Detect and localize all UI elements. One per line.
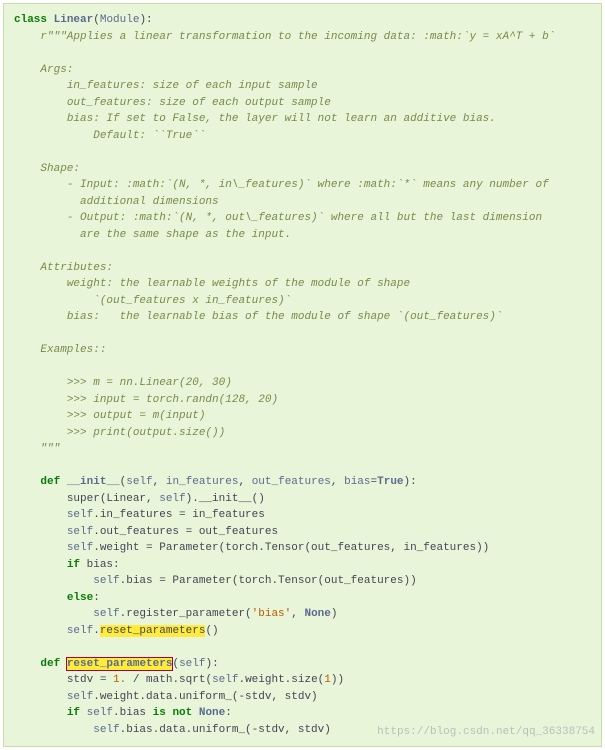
self-ref: self xyxy=(67,526,93,538)
docstring-line: - Input: :math:`(N, *, in\_features)` wh… xyxy=(67,179,549,191)
self-ref: self xyxy=(93,575,119,587)
docstring-line: Default: ``True`` xyxy=(93,130,205,142)
class-name: Linear xyxy=(54,14,94,26)
self-ref: self xyxy=(159,493,185,505)
keyword-isnot: is not xyxy=(153,707,193,719)
none-literal: None xyxy=(199,707,225,719)
docstring-line: Shape: xyxy=(40,163,80,175)
docstring-line: r"""Applies a linear transformation to t… xyxy=(40,31,555,43)
docstring-line: in_features: size of each input sample xyxy=(67,80,318,92)
base-class: Module xyxy=(100,14,140,26)
param-self: self xyxy=(179,658,205,670)
param-self: self xyxy=(126,476,152,488)
code-text: ).__init__() xyxy=(186,493,265,505)
string-literal: 'bias' xyxy=(252,608,292,620)
docstring-line: - Output: :math:`(N, *, out\_features)` … xyxy=(67,212,542,224)
highlighted-call: reset_parameters xyxy=(100,625,206,637)
keyword-if: if xyxy=(67,707,80,719)
docstring-line: >>> print(output.size()) xyxy=(67,427,225,439)
code-text: .bias.data.uniform_(-stdv, stdv) xyxy=(120,724,331,736)
docstring-line: """ xyxy=(40,443,60,455)
number-literal: 1. xyxy=(113,674,126,686)
docstring-line: >>> m = nn.Linear(20, 30) xyxy=(67,377,232,389)
code-text: .bias = Parameter(torch.Tensor(out_featu… xyxy=(120,575,417,587)
self-ref: self xyxy=(67,509,93,521)
code-text: .weight.data.uniform_(-stdv, stdv) xyxy=(93,691,317,703)
code-block: class Linear(Module): r"""Applies a line… xyxy=(3,3,602,747)
keyword-def: def xyxy=(40,476,60,488)
function-name-init: __init__ xyxy=(67,476,120,488)
watermark-text: https://blog.csdn.net/qq_36338754 xyxy=(377,724,595,741)
code-text: . xyxy=(93,625,100,637)
number-literal: 1 xyxy=(324,674,331,686)
code-text: bias: xyxy=(87,559,120,571)
docstring-line: Examples:: xyxy=(40,344,106,356)
code-text: stdv = xyxy=(67,674,113,686)
self-ref: self xyxy=(93,608,119,620)
docstring-line: are the same shape as the input. xyxy=(80,229,291,241)
none-literal: None xyxy=(304,608,330,620)
code-text: ) xyxy=(331,608,338,620)
docstring-line: out_features: size of each output sample xyxy=(67,97,331,109)
docstring-line: >>> input = torch.randn(128, 20) xyxy=(67,394,278,406)
code-text: super(Linear, xyxy=(67,493,159,505)
self-ref: self xyxy=(87,707,113,719)
param: bias xyxy=(344,476,370,488)
self-ref: self xyxy=(67,691,93,703)
param: in_features xyxy=(166,476,239,488)
keyword-if: if xyxy=(67,559,80,571)
docstring-line: `(out_features x in_features)` xyxy=(93,295,291,307)
code-text: , xyxy=(291,608,304,620)
param: out_features xyxy=(252,476,331,488)
code-text: () xyxy=(205,625,218,637)
keyword-else: else xyxy=(67,592,93,604)
default-value: True xyxy=(377,476,403,488)
docstring-line: bias: If set to False, the layer will no… xyxy=(67,113,496,125)
docstring-line: additional dimensions xyxy=(80,196,219,208)
code-text: .register_parameter( xyxy=(120,608,252,620)
self-ref: self xyxy=(93,724,119,736)
code-text: .weight = Parameter(torch.Tensor(out_fea… xyxy=(93,542,489,554)
code-text: .out_features = out_features xyxy=(93,526,278,538)
keyword-def: def xyxy=(40,658,60,670)
docstring-line: >>> output = m(input) xyxy=(67,410,206,422)
docstring-line: Args: xyxy=(40,64,73,76)
self-ref: self xyxy=(212,674,238,686)
code-text: : xyxy=(225,707,232,719)
docstring-line: weight: the learnable weights of the mod… xyxy=(67,278,410,290)
self-ref: self xyxy=(67,625,93,637)
docstring-line: Attributes: xyxy=(40,262,113,274)
docstring-line: bias: the learnable bias of the module o… xyxy=(67,311,503,323)
code-text: .in_features = in_features xyxy=(93,509,265,521)
keyword-class: class xyxy=(14,14,47,26)
code-text: .weight.size( xyxy=(238,674,324,686)
self-ref: self xyxy=(67,542,93,554)
code-text: )) xyxy=(331,674,344,686)
code-text: .bias xyxy=(113,707,153,719)
code-text: / math.sqrt( xyxy=(126,674,212,686)
function-name-reset: reset_parameters xyxy=(67,658,173,670)
